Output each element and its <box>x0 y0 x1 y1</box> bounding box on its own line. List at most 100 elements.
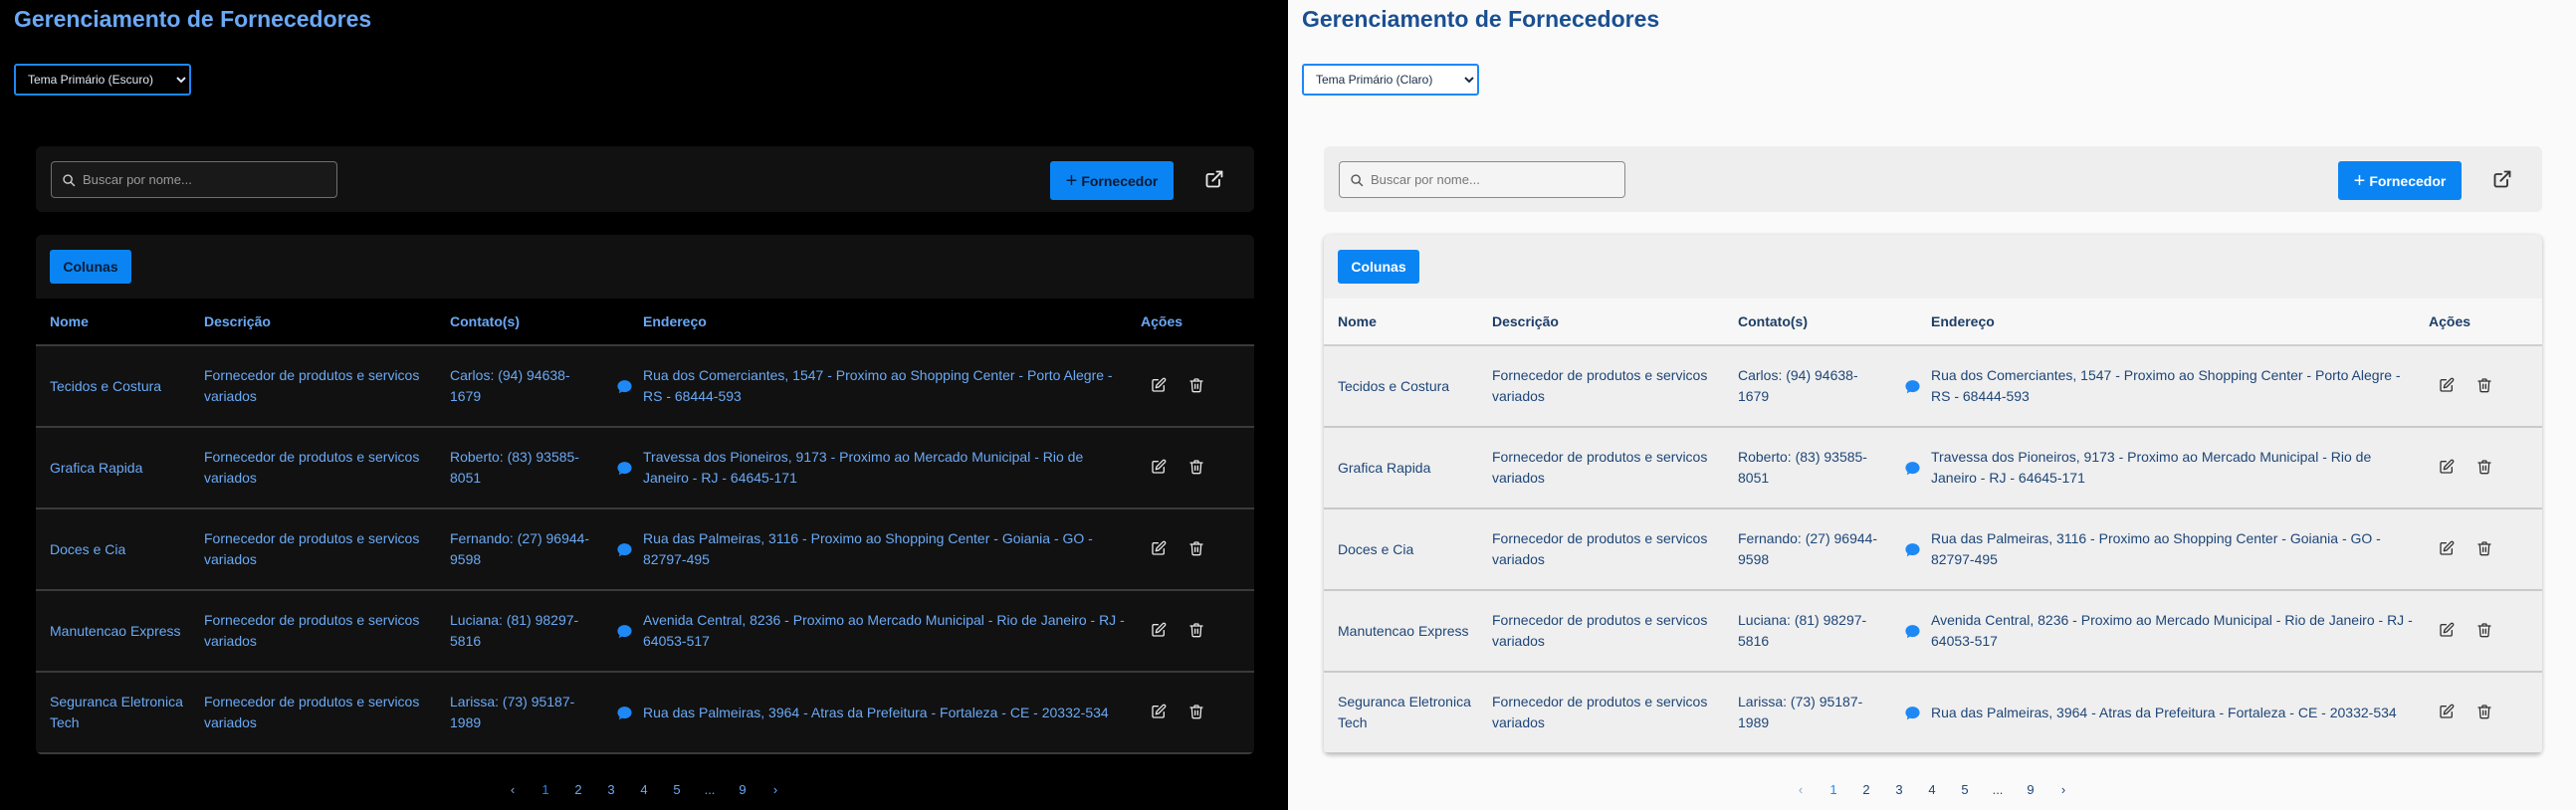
table-row: Doces e Cia Fornecedor de produtos e ser… <box>1324 509 2542 591</box>
suppliers-table-card: Colunas Nome Descrição Contato(s) Endere… <box>1324 235 2542 754</box>
pagination-page[interactable]: 4 <box>628 782 661 797</box>
supplier-contact-text: Carlos: (94) 94638-1679 <box>450 367 570 404</box>
supplier-description: Fornecedor de produtos e servicos variad… <box>1492 367 1708 404</box>
header-contacts[interactable]: Contato(s) <box>450 313 643 329</box>
edit-icon[interactable] <box>2439 622 2457 640</box>
pagination-page[interactable]: 5 <box>661 782 694 797</box>
theme-select[interactable]: Tema Primário (Claro) <box>1302 64 1479 96</box>
supplier-address: Rua das Palmeiras, 3116 - Proximo ao Sho… <box>643 530 1093 567</box>
row-actions <box>1129 540 1248 558</box>
row-actions <box>1129 704 1248 721</box>
header-address[interactable]: Endereço <box>1931 313 2417 329</box>
trash-icon[interactable] <box>2476 704 2494 721</box>
chat-bubble-icon[interactable] <box>1904 541 1921 558</box>
chat-bubble-icon[interactable] <box>616 705 633 721</box>
trash-icon[interactable] <box>2476 377 2494 395</box>
supplier-description: Fornecedor de produtos e servicos variad… <box>204 367 420 404</box>
export-button[interactable] <box>2489 166 2515 192</box>
chat-bubble-icon[interactable] <box>1904 378 1921 395</box>
trash-icon[interactable] <box>2476 459 2494 477</box>
header-description[interactable]: Descrição <box>204 313 450 329</box>
chat-bubble-icon[interactable] <box>616 460 633 477</box>
chat-bubble-icon[interactable] <box>616 623 633 640</box>
row-actions <box>2417 704 2536 721</box>
light-theme-pane: Gerenciamento de Fornecedores Tema Primá… <box>1288 0 2576 810</box>
supplier-contact-text: Roberto: (83) 93585-8051 <box>450 449 579 486</box>
trash-icon[interactable] <box>1188 704 1206 721</box>
search-box[interactable] <box>51 161 337 198</box>
add-supplier-button[interactable]: + Fornecedor <box>2338 161 2462 200</box>
add-supplier-label: Fornecedor <box>1081 172 1159 189</box>
supplier-contact-text: Luciana: (81) 98297-5816 <box>1738 612 1867 649</box>
search-input[interactable] <box>1371 172 1610 187</box>
pagination-prev[interactable]: ‹ <box>1785 782 1818 797</box>
add-supplier-button[interactable]: + Fornecedor <box>1050 161 1174 200</box>
header-name[interactable]: Nome <box>36 313 204 329</box>
chat-bubble-icon[interactable] <box>1904 705 1921 721</box>
pagination-page[interactable]: 3 <box>1883 782 1916 797</box>
supplier-name: Manutencao Express <box>50 622 181 639</box>
chat-bubble-icon[interactable] <box>616 541 633 558</box>
pagination-page[interactable]: 1 <box>1818 782 1850 797</box>
header-description[interactable]: Descrição <box>1492 313 1738 329</box>
header-address[interactable]: Endereço <box>643 313 1129 329</box>
pagination-next[interactable]: › <box>2047 782 2080 797</box>
edit-icon[interactable] <box>1151 540 1169 558</box>
pagination: ‹ 1 2 3 4 5... 9 › <box>0 782 1288 797</box>
pagination-page[interactable]: 2 <box>1850 782 1883 797</box>
page-title: Gerenciamento de Fornecedores <box>1302 6 1660 32</box>
edit-icon[interactable] <box>1151 622 1169 640</box>
search-icon <box>63 173 76 186</box>
trash-icon[interactable] <box>1188 459 1206 477</box>
pagination-page[interactable]: 5 <box>1949 782 1982 797</box>
theme-select[interactable]: Tema Primário (Escuro) <box>14 64 191 96</box>
pagination-prev[interactable]: ‹ <box>497 782 530 797</box>
export-button[interactable] <box>1201 166 1227 192</box>
edit-icon[interactable] <box>2439 377 2457 395</box>
trash-icon[interactable] <box>1188 540 1206 558</box>
edit-icon[interactable] <box>1151 377 1169 395</box>
search-box[interactable] <box>1339 161 1625 198</box>
row-actions <box>2417 459 2536 477</box>
pagination-page[interactable]: 9 <box>727 782 759 797</box>
trash-icon[interactable] <box>1188 377 1206 395</box>
search-icon <box>1351 173 1364 186</box>
header-contacts[interactable]: Contato(s) <box>1738 313 1931 329</box>
chat-bubble-icon[interactable] <box>616 378 633 395</box>
supplier-contact-text: Fernando: (27) 96944-9598 <box>1738 530 1878 567</box>
search-input[interactable] <box>83 172 322 187</box>
pagination-page[interactable]: 3 <box>595 782 628 797</box>
supplier-name: Doces e Cia <box>50 540 126 557</box>
header-contacts-label: Contato(s) <box>1738 313 1808 329</box>
table-row: Seguranca Eletronica Tech Fornecedor de … <box>36 673 1254 754</box>
trash-icon[interactable] <box>1188 622 1206 640</box>
supplier-description: Fornecedor de produtos e servicos variad… <box>1492 530 1708 567</box>
edit-icon[interactable] <box>1151 704 1169 721</box>
chat-bubble-icon[interactable] <box>1904 623 1921 640</box>
supplier-contact: Carlos: (94) 94638-1679 <box>450 365 643 407</box>
pagination-page[interactable]: 2 <box>562 782 595 797</box>
trash-icon[interactable] <box>2476 622 2494 640</box>
edit-icon[interactable] <box>2439 540 2457 558</box>
row-actions <box>1129 622 1248 640</box>
pagination-next[interactable]: › <box>759 782 792 797</box>
table-row: Manutencao Express Fornecedor de produto… <box>1324 591 2542 673</box>
supplier-name: Grafica Rapida <box>50 459 143 476</box>
header-name[interactable]: Nome <box>1324 313 1492 329</box>
table-body: Tecidos e Costura Fornecedor de produtos… <box>36 346 1254 754</box>
supplier-description: Fornecedor de produtos e servicos variad… <box>1492 612 1708 649</box>
columns-button[interactable]: Colunas <box>50 250 131 284</box>
columns-button[interactable]: Colunas <box>1338 250 1419 284</box>
pagination-page[interactable]: 9 <box>2015 782 2047 797</box>
edit-icon[interactable] <box>1151 459 1169 477</box>
trash-icon[interactable] <box>2476 540 2494 558</box>
pagination-page[interactable]: 1 <box>530 782 562 797</box>
edit-icon[interactable] <box>2439 704 2457 721</box>
supplier-contact-text: Larissa: (73) 95187-1989 <box>450 694 575 730</box>
edit-icon[interactable] <box>2439 459 2457 477</box>
supplier-contact: Fernando: (27) 96944-9598 <box>450 528 643 570</box>
row-actions <box>2417 377 2536 395</box>
pagination-page[interactable]: 4 <box>1916 782 1949 797</box>
suppliers-table: Nome Descrição Contato(s) Endereço Ações… <box>36 299 1254 754</box>
chat-bubble-icon[interactable] <box>1904 460 1921 477</box>
